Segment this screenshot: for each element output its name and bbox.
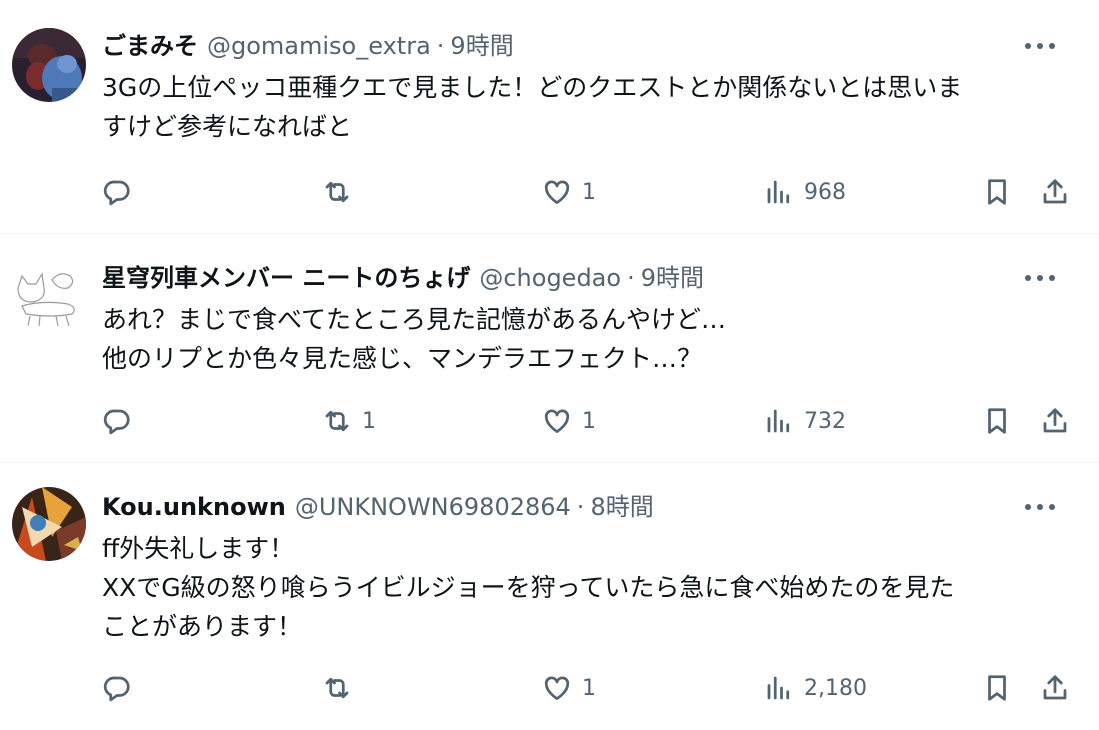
like-icon <box>544 676 570 700</box>
tweet-text-line: 他のリプとか色々見た感じ、マンデラエフェクト…？ <box>102 344 703 373</box>
bookmark-icon <box>988 408 1006 434</box>
like-icon <box>544 409 570 433</box>
timestamp[interactable]: 9時間 <box>641 262 704 294</box>
tweet-content: Kou.unknown @UNKNOWN69802864 · 8時間 ff外失礼… <box>102 491 1083 646</box>
tweet-header: 星穹列車メンバー ニートのちょげ @chogedao · 9時間 <box>102 262 1083 294</box>
display-name[interactable]: ごまみそ <box>102 30 198 62</box>
user-handle[interactable]: @UNKNOWN69802864 <box>295 491 571 523</box>
views-icon <box>767 409 790 433</box>
like-count: 1 <box>582 675 596 701</box>
more-icon[interactable] <box>1025 497 1055 517</box>
tweet-text-line: ことがあります！ <box>102 612 303 641</box>
reply-icon <box>103 180 130 206</box>
tweet-text-line: XXでG級の怒り喰らうイビルジョーを狩っていたら急に食べ始めたのを見た <box>102 573 955 602</box>
reply-icon <box>103 676 130 702</box>
retweet-button[interactable] <box>322 668 362 708</box>
reply-feed: ごまみそ @gomamiso_extra · 9時間 3Gの上位ペッコ亜種クエで… <box>0 0 1099 730</box>
avatar[interactable] <box>12 258 86 332</box>
tweet[interactable]: Kou.unknown @UNKNOWN69802864 · 8時間 ff外失礼… <box>0 463 1099 730</box>
reply-button[interactable] <box>102 172 142 212</box>
tweet-header: Kou.unknown @UNKNOWN69802864 · 8時間 <box>102 491 1083 523</box>
tweet-text-line: あれ？まじで食べてたところ見た記憶があるんやけど… <box>102 305 727 334</box>
like-button[interactable]: 1 <box>542 668 596 708</box>
reply-button[interactable] <box>102 668 142 708</box>
more-icon[interactable] <box>1025 268 1055 288</box>
like-button[interactable]: 1 <box>542 172 596 212</box>
share-button[interactable] <box>1040 668 1070 708</box>
views-button[interactable]: 2,180 <box>764 668 867 708</box>
retweet-icon <box>325 677 349 699</box>
reply-icon <box>103 409 130 435</box>
separator: · <box>576 493 585 521</box>
action-bar: 1 1 732 <box>100 401 1077 441</box>
retweet-button[interactable]: 1 <box>322 401 376 441</box>
user-handle[interactable]: @gomamiso_extra <box>207 30 431 62</box>
share-icon <box>1043 179 1067 204</box>
more-icon[interactable] <box>1025 36 1055 56</box>
avatar[interactable] <box>12 487 86 561</box>
share-icon <box>1043 675 1067 700</box>
timestamp[interactable]: 9時間 <box>450 30 513 62</box>
retweet-icon <box>325 181 349 203</box>
view-count: 2,180 <box>804 675 867 701</box>
user-handle[interactable]: @chogedao <box>479 262 621 294</box>
views-icon <box>767 676 790 700</box>
bookmark-button[interactable] <box>982 401 1012 441</box>
share-button[interactable] <box>1040 172 1070 212</box>
share-button[interactable] <box>1040 401 1070 441</box>
separator: · <box>436 32 445 60</box>
tweet-text-line: 3Gの上位ペッコ亜種クエで見ました！どのクエストとか関係ないとは思いま <box>102 73 963 102</box>
view-count: 968 <box>804 179 846 205</box>
action-bar: 1 2,180 <box>100 668 1077 708</box>
tweet-content: 星穹列車メンバー ニートのちょげ @chogedao · 9時間 あれ？まじで食… <box>102 262 1083 378</box>
tweet-header: ごまみそ @gomamiso_extra · 9時間 <box>102 30 1083 62</box>
tweet-text: あれ？まじで食べてたところ見た記憶があるんやけど… 他のリプとか色々見た感じ、マ… <box>102 300 1083 378</box>
separator: · <box>627 264 635 292</box>
like-count: 1 <box>582 408 596 434</box>
retweet-count: 1 <box>362 408 376 434</box>
bookmark-icon <box>988 179 1006 205</box>
views-icon <box>767 180 790 204</box>
tweet[interactable]: ごまみそ @gomamiso_extra · 9時間 3Gの上位ペッコ亜種クエで… <box>0 0 1099 234</box>
retweet-button[interactable] <box>322 172 362 212</box>
reply-button[interactable] <box>102 401 142 441</box>
action-bar: 1 968 <box>100 172 1077 212</box>
tweet-text-line: すけど参考になればと <box>102 112 353 141</box>
tweet-text-line: ff外失礼します！ <box>102 534 295 563</box>
avatar-artwork <box>12 487 86 561</box>
display-name[interactable]: Kou.unknown <box>102 491 286 523</box>
share-icon <box>1043 408 1067 433</box>
timestamp[interactable]: 8時間 <box>590 491 653 523</box>
views-button[interactable]: 968 <box>764 172 846 212</box>
bookmark-button[interactable] <box>982 668 1012 708</box>
avatar-photo <box>12 28 86 102</box>
avatar-drawing <box>12 258 86 332</box>
tweet-text: 3Gの上位ペッコ亜種クエで見ました！どのクエストとか関係ないとは思いま すけど参… <box>102 68 1083 146</box>
like-count: 1 <box>582 179 596 205</box>
retweet-icon <box>325 410 349 432</box>
display-name[interactable]: 星穹列車メンバー ニートのちょげ <box>102 262 470 294</box>
views-button[interactable]: 732 <box>764 401 846 441</box>
tweet-content: ごまみそ @gomamiso_extra · 9時間 3Gの上位ペッコ亜種クエで… <box>102 30 1083 146</box>
avatar[interactable] <box>12 28 86 102</box>
like-button[interactable]: 1 <box>542 401 596 441</box>
tweet-text: ff外失礼します！ XXでG級の怒り喰らうイビルジョーを狩っていたら急に食べ始め… <box>102 529 1083 646</box>
like-icon <box>544 180 570 204</box>
bookmark-icon <box>988 675 1006 701</box>
view-count: 732 <box>804 408 846 434</box>
tweet[interactable]: 星穹列車メンバー ニートのちょげ @chogedao · 9時間 あれ？まじで食… <box>0 234 1099 463</box>
bookmark-button[interactable] <box>982 172 1012 212</box>
